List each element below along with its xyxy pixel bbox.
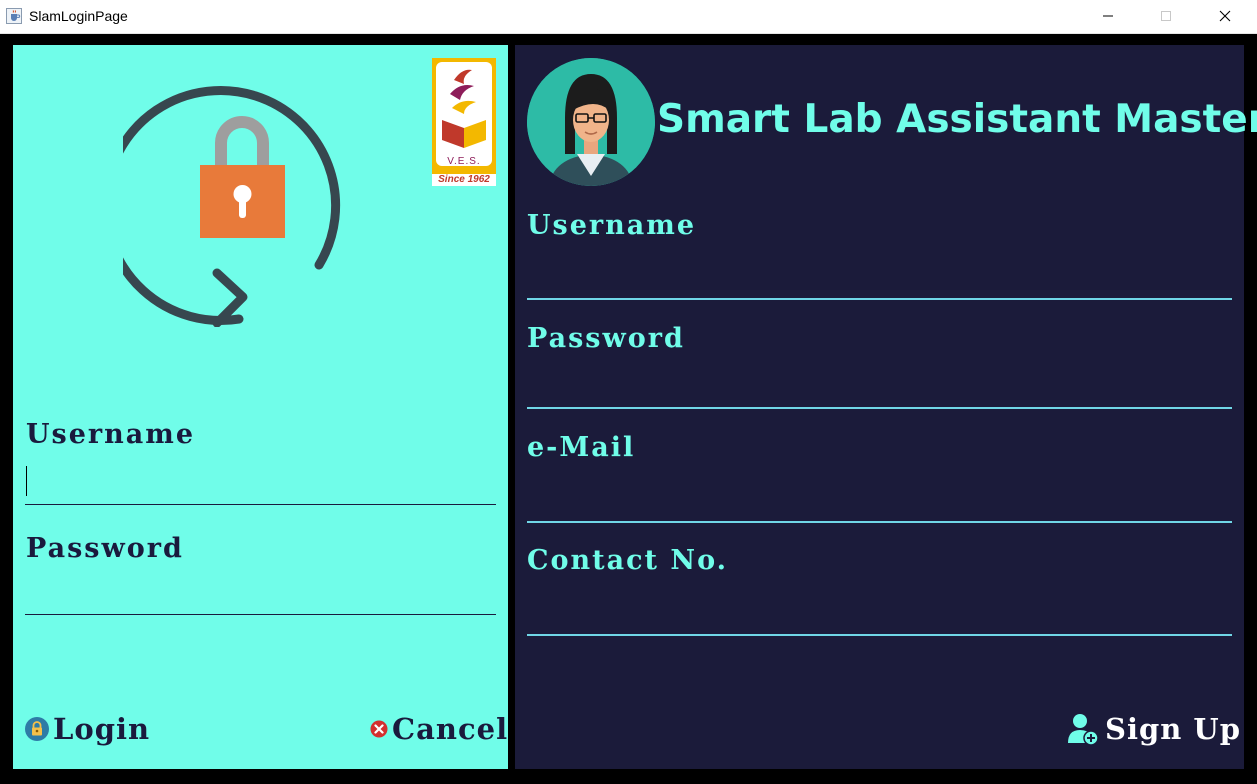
signup-contact-label: Contact No. [527, 545, 729, 576]
signup-email-input[interactable] [527, 483, 1232, 523]
minimize-button[interactable] [1085, 0, 1131, 32]
text-caret [26, 466, 27, 496]
signup-label: Sign Up [1105, 712, 1241, 746]
cancel-button[interactable]: Cancel [370, 709, 508, 749]
minimize-icon [1103, 15, 1113, 17]
login-panel: V.E.S. Since 1962 Username Password Logi… [13, 45, 508, 769]
logo-since: Since 1962 [438, 174, 490, 185]
window-titlebar: SlamLoginPage [0, 0, 1257, 34]
login-username-input[interactable] [25, 469, 496, 505]
signup-password-input[interactable] [527, 369, 1232, 409]
signup-panel: Smart Lab Assistant Master Username Pass… [515, 45, 1257, 769]
cancel-label: Cancel [392, 712, 509, 746]
app-title: Smart Lab Assistant Master [657, 97, 1257, 142]
cancel-x-icon [370, 720, 388, 738]
login-password-input[interactable] [25, 579, 496, 615]
java-cup-icon [6, 8, 22, 24]
signup-button[interactable]: Sign Up [1067, 709, 1241, 749]
woman-avatar-icon [527, 58, 655, 186]
signup-contact-input[interactable] [527, 596, 1232, 636]
close-icon [1219, 10, 1231, 22]
window-title: SlamLoginPage [29, 8, 128, 24]
login-password-label: Password [26, 533, 184, 564]
lock-icon [25, 717, 49, 741]
logo-abbrev: V.E.S. [447, 156, 481, 167]
signup-email-label: e-Mail [527, 432, 636, 463]
close-button[interactable] [1202, 0, 1248, 32]
lock-refresh-illustration [123, 86, 341, 327]
signup-password-label: Password [527, 323, 685, 354]
signup-username-input[interactable] [527, 260, 1232, 300]
maximize-icon [1161, 11, 1171, 21]
add-user-icon [1068, 714, 1099, 746]
login-button[interactable]: Login [25, 709, 150, 749]
login-username-label: Username [26, 419, 196, 450]
login-label: Login [53, 712, 151, 746]
maximize-button[interactable] [1143, 0, 1189, 32]
signup-username-label: Username [527, 210, 697, 241]
